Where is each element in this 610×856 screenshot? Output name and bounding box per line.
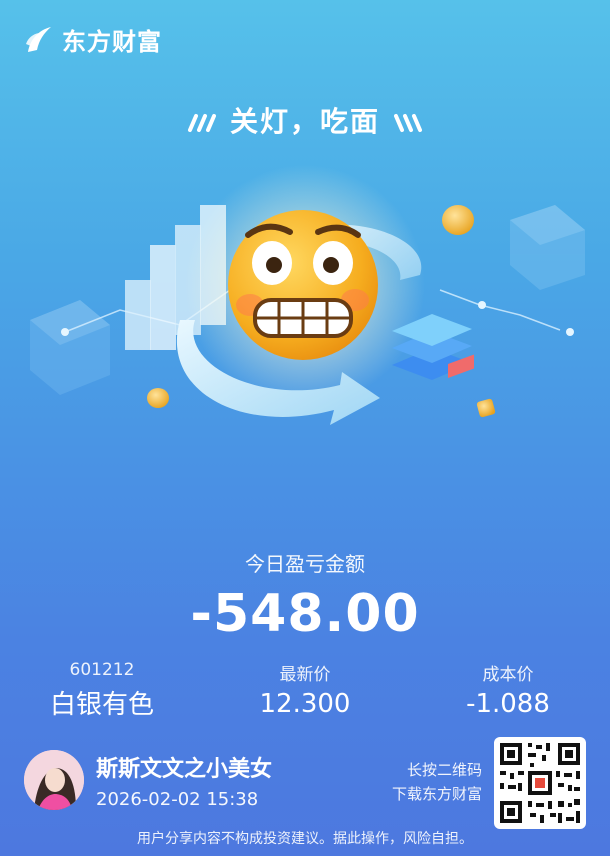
- emoji-grimace-icon: [228, 210, 378, 360]
- avatar-image: [24, 750, 84, 810]
- decor-slashes-right-icon: [393, 114, 422, 132]
- brand-logo: 东方财富: [24, 22, 162, 57]
- disclaimer: 用户分享内容不构成投资建议。据此操作，风险自担。: [137, 831, 473, 847]
- share-card: 东方财富 关灯，吃面 今日盈亏金额 -548.00 601212 白银有色 最新…: [0, 0, 610, 856]
- cost-price: 成本价 -1.088: [408, 660, 608, 719]
- qr-tip: 长按二维码 下载东方财富: [392, 758, 482, 806]
- headline-text: 关灯，吃面: [229, 105, 380, 138]
- illustration: [30, 165, 585, 425]
- stock-info: 601212 白银有色: [2, 660, 202, 721]
- cube-left: [30, 300, 110, 395]
- share-time: 2026-02-02 15:38: [96, 788, 259, 810]
- cube-right: [510, 205, 585, 290]
- headline: 关灯，吃面: [0, 100, 610, 140]
- stock-name: 白银有色: [49, 690, 154, 720]
- decor-slashes-left-icon: [188, 114, 217, 132]
- stock-code: 601212: [69, 660, 135, 680]
- qr-tip-line2: 下载东方财富: [391, 785, 482, 803]
- brand-name: 东方财富: [62, 28, 162, 56]
- qr-code-icon[interactable]: [494, 737, 586, 829]
- latest-price-value: 12.300: [259, 689, 351, 719]
- pnl-label: 今日盈亏金额: [245, 552, 365, 576]
- avatar: [24, 750, 84, 810]
- user-name: 斯斯文文之小美女: [96, 756, 273, 782]
- cost-price-label: 成本价: [482, 665, 534, 685]
- latest-price: 最新价 12.300: [205, 660, 405, 719]
- qr-tip-line1: 长按二维码: [406, 761, 482, 779]
- brand-logo-icon: [26, 26, 51, 52]
- latest-price-label: 最新价: [279, 665, 331, 685]
- user-info: 斯斯文文之小美女 2026-02-02 15:38: [24, 750, 272, 810]
- pnl-value: -548.00: [190, 584, 420, 644]
- cost-price-value: -1.088: [466, 689, 550, 719]
